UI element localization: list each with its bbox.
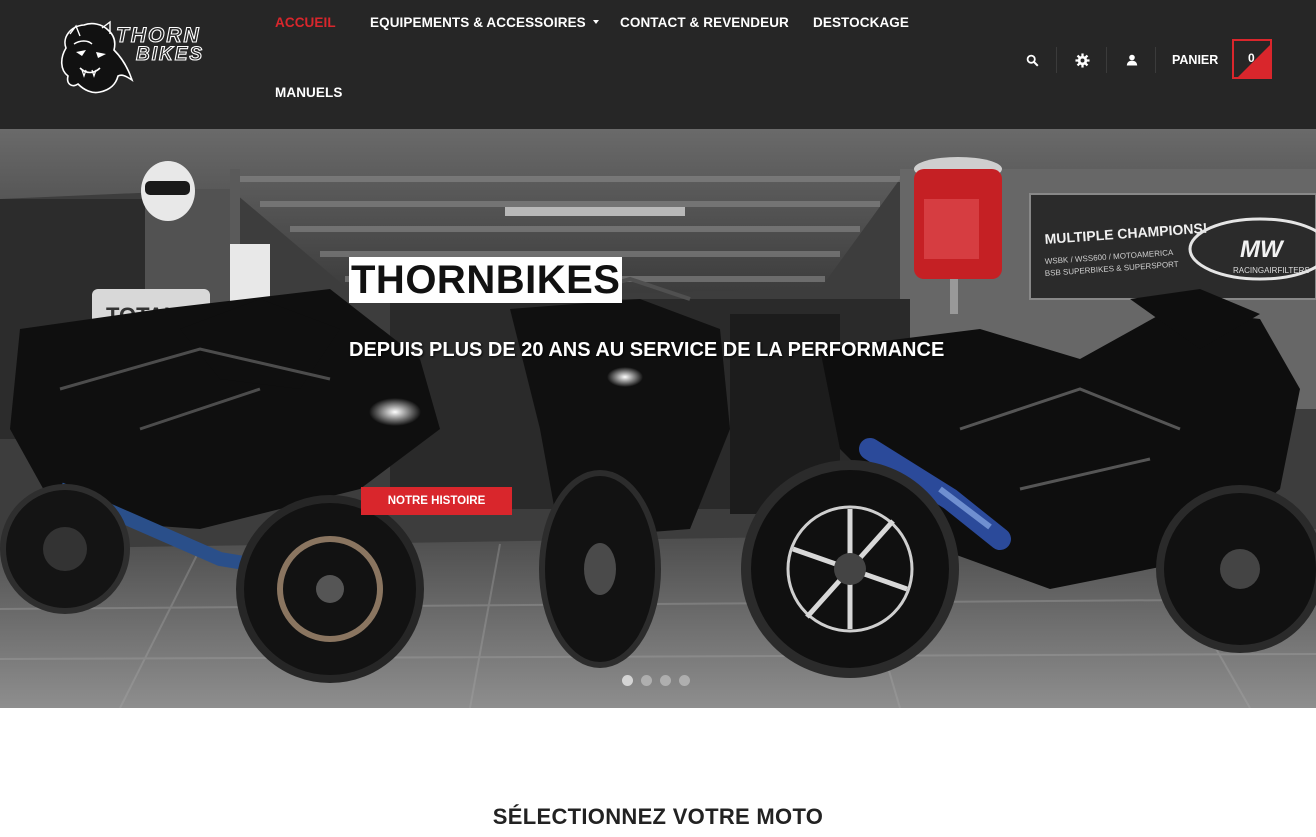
site-header: THORN BIKES ACCUEIL EQUIPEMENTS & ACCESS… <box>0 0 1316 129</box>
slider-dot[interactable] <box>660 675 671 686</box>
hero-image: MULTIPLE CHAMPIONS! WSBK / WSS600 / MOTO… <box>0 129 1316 708</box>
slider-dots <box>622 675 690 686</box>
banner-text: MW <box>1240 236 1285 263</box>
site-logo[interactable]: THORN BIKES <box>52 18 232 98</box>
nav-label: DESTOCKAGE <box>813 15 910 30</box>
slider-dot[interactable] <box>622 675 633 686</box>
cart-count-badge: 0 <box>1248 51 1255 65</box>
banner-text: RACINGAIRFILTERS <box>1233 266 1310 275</box>
divider <box>1056 47 1057 73</box>
divider <box>1155 47 1156 73</box>
notre-histoire-button[interactable]: NOTRE HISTOIRE <box>361 487 512 515</box>
nav-label: ACCUEIL <box>275 15 336 30</box>
slider-dot[interactable] <box>679 675 690 686</box>
panther-logo-icon: THORN BIKES <box>60 20 204 94</box>
nav-item-equipements[interactable]: EQUIPEMENTS & ACCESSOIRES <box>370 15 599 30</box>
nav-label: EQUIPEMENTS & ACCESSOIRES <box>370 15 586 30</box>
logo-text-bottom: BIKES <box>136 44 204 65</box>
nav-label: CONTACT & REVENDEUR <box>620 15 789 30</box>
hero-subtitle: DEPUIS PLUS DE 20 ANS AU SERVICE DE LA P… <box>349 339 945 361</box>
nav-label: MANUELS <box>275 85 343 100</box>
cart-button[interactable]: 0 <box>1232 39 1272 79</box>
nav-item-manuels[interactable]: MANUELS <box>275 85 342 100</box>
divider <box>1106 47 1107 73</box>
hero-slider: MULTIPLE CHAMPIONS! WSBK / WSS600 / MOTO… <box>0 129 1316 708</box>
nav-item-destockage[interactable]: DESTOCKAGE <box>813 15 909 30</box>
section-title: SÉLECTIONNEZ VOTRE MOTO <box>492 804 824 829</box>
slider-dot[interactable] <box>641 675 652 686</box>
gear-icon[interactable] <box>1073 52 1091 68</box>
chevron-down-icon <box>592 20 599 25</box>
hero-title: THORNBIKES <box>349 257 623 303</box>
search-icon[interactable] <box>1023 52 1041 68</box>
nav-item-contact[interactable]: CONTACT & REVENDEUR <box>620 15 789 30</box>
user-icon[interactable] <box>1123 52 1141 68</box>
cart-link[interactable]: PANIER <box>1172 53 1218 67</box>
nav-item-accueil[interactable]: ACCUEIL <box>275 15 336 30</box>
